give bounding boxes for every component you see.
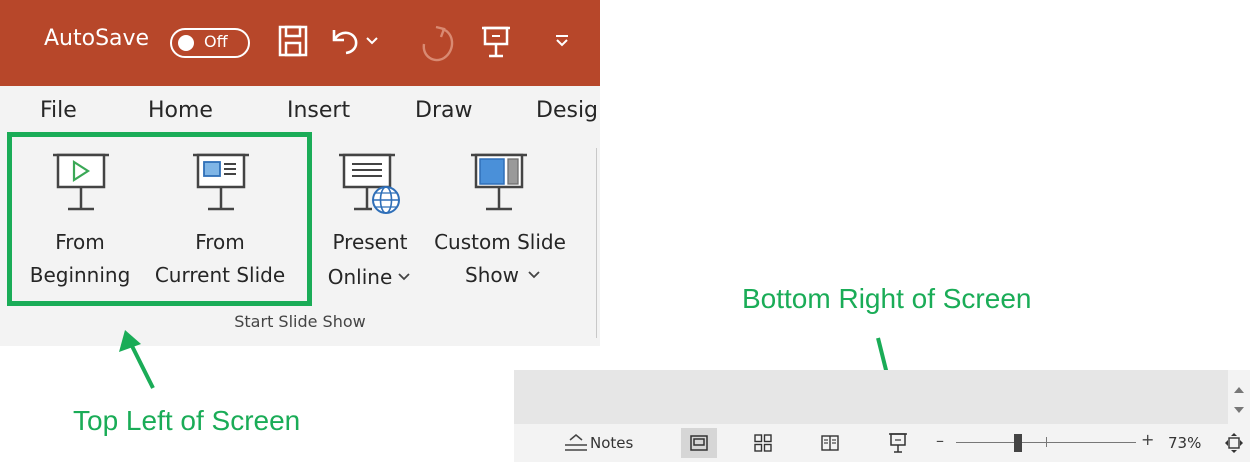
customize-qat-icon[interactable] bbox=[555, 34, 569, 48]
slide-pane-bottom bbox=[514, 370, 1250, 424]
autosave-toggle[interactable]: Off bbox=[170, 28, 250, 58]
tab-design[interactable]: Desig bbox=[536, 98, 598, 123]
custom-slide-show-line1: Custom Slide bbox=[434, 230, 566, 254]
status-bar: Notes – + 73% bbox=[514, 424, 1250, 462]
present-online-dropdown-icon bbox=[398, 273, 410, 281]
group-label-start-slide-show: Start Slide Show bbox=[234, 312, 366, 331]
zoom-slider-thumb[interactable] bbox=[1014, 434, 1022, 452]
present-icon[interactable] bbox=[480, 24, 512, 60]
notes-label: Notes bbox=[590, 434, 634, 452]
scroll-down-icon[interactable] bbox=[1233, 406, 1245, 414]
zoom-percentage[interactable]: 73% bbox=[1168, 434, 1201, 452]
scroll-up-icon[interactable] bbox=[1233, 386, 1245, 394]
custom-slide-show-line2: Show bbox=[465, 263, 519, 287]
autosave-label: AutoSave bbox=[44, 26, 150, 51]
slideshow-view-icon[interactable] bbox=[888, 432, 908, 454]
custom-slide-show-button[interactable]: Custom Slide Show bbox=[420, 138, 580, 308]
annotation-top-left: Top Left of Screen bbox=[73, 405, 301, 436]
ribbon-tabs: File Home Insert Draw Desig bbox=[0, 86, 600, 138]
reading-view-icon[interactable] bbox=[821, 434, 839, 452]
undo-icon[interactable] bbox=[328, 24, 362, 58]
fit-slide-icon[interactable] bbox=[1224, 432, 1244, 454]
save-icon[interactable] bbox=[278, 24, 308, 58]
zoom-slider-center-mark bbox=[1046, 437, 1047, 447]
highlight-box bbox=[7, 132, 312, 306]
normal-view-icon bbox=[690, 435, 708, 451]
autosave-state: Off bbox=[204, 32, 228, 51]
vertical-scrollbar[interactable] bbox=[1228, 370, 1250, 424]
group-separator bbox=[596, 148, 597, 338]
present-online-icon bbox=[339, 153, 400, 214]
tab-insert[interactable]: Insert bbox=[287, 98, 350, 123]
zoom-in-button[interactable]: + bbox=[1141, 430, 1154, 449]
undo-dropdown-icon[interactable] bbox=[366, 36, 378, 46]
notes-button[interactable]: Notes bbox=[564, 424, 644, 462]
custom-show-icon bbox=[471, 153, 527, 211]
notes-icon bbox=[565, 434, 587, 451]
zoom-out-button[interactable]: – bbox=[936, 431, 944, 450]
status-bar-crop: Notes – + 73% bbox=[514, 370, 1250, 462]
tab-draw[interactable]: Draw bbox=[415, 98, 472, 123]
redo-icon bbox=[422, 25, 454, 62]
slide-sorter-icon[interactable] bbox=[754, 434, 772, 452]
custom-show-dropdown-icon bbox=[528, 271, 540, 279]
title-bar: AutoSave Off bbox=[0, 0, 600, 86]
toggle-knob bbox=[178, 35, 194, 51]
ribbon-crop: AutoSave Off File Home Insert Draw Desig… bbox=[0, 0, 600, 346]
tab-home[interactable]: Home bbox=[148, 98, 213, 123]
tab-file[interactable]: File bbox=[40, 98, 77, 123]
normal-view-button[interactable] bbox=[681, 428, 717, 458]
annotation-bottom-right: Bottom Right of Screen bbox=[742, 283, 1032, 314]
zoom-slider[interactable] bbox=[956, 433, 1136, 453]
arrow-top-left bbox=[119, 330, 155, 389]
